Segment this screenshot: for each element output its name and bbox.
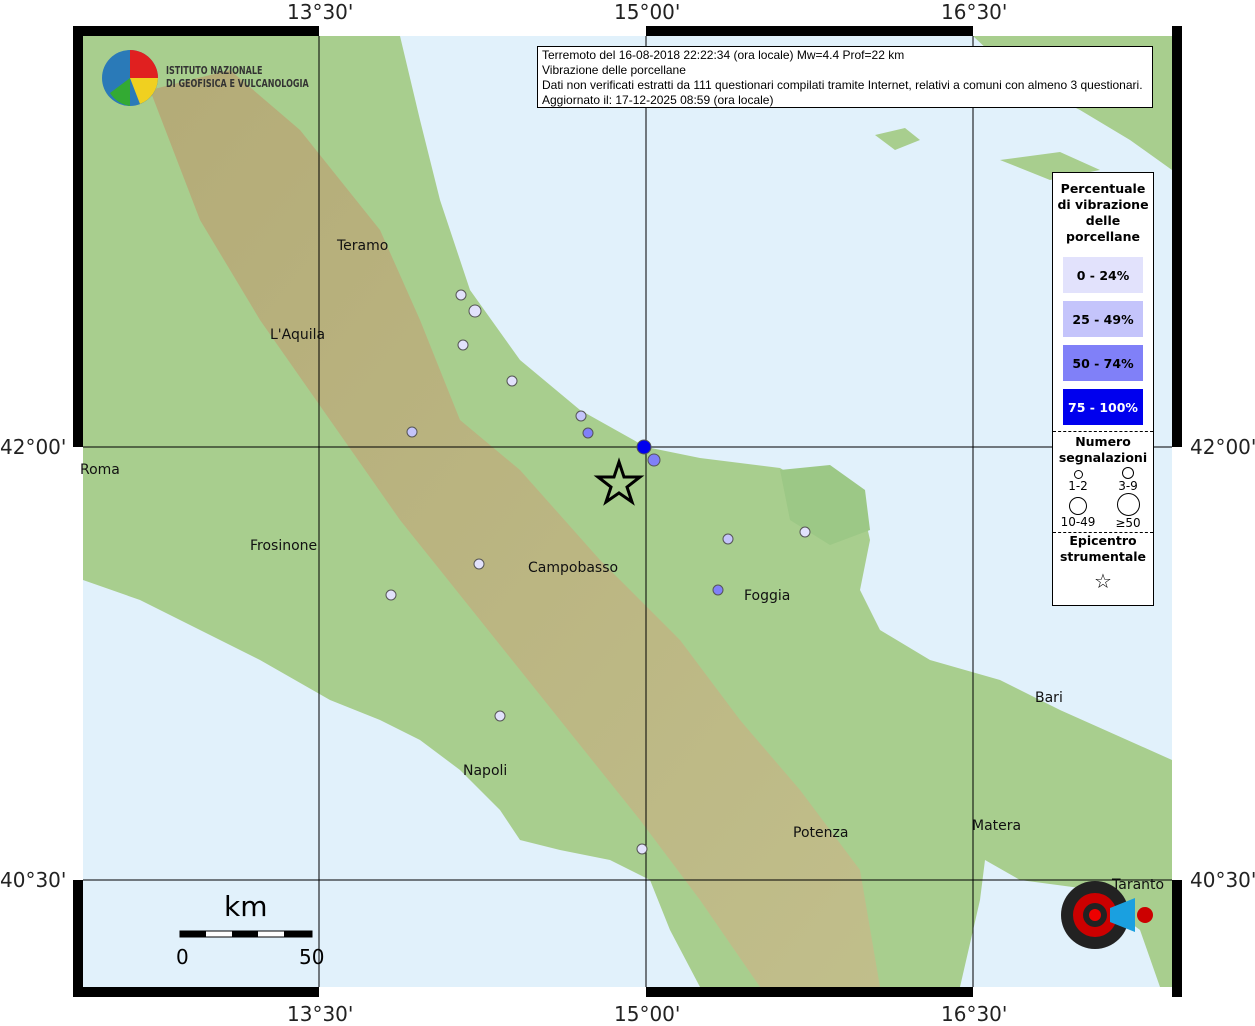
city-label: Teramo bbox=[337, 238, 389, 254]
logo-line1: ISTITUTO NAZIONALE bbox=[166, 65, 263, 77]
lon-tick-top: 15°00' bbox=[614, 0, 681, 24]
intensity-point[interactable] bbox=[506, 375, 518, 387]
city-label: Roma bbox=[80, 462, 120, 478]
city-label: Campobasso bbox=[528, 560, 619, 576]
intensity-point[interactable] bbox=[636, 843, 648, 855]
intensity-point[interactable] bbox=[406, 426, 418, 438]
lat-tick-right: 42°00' bbox=[1190, 435, 1255, 459]
legend-class: 0 - 24% bbox=[1063, 257, 1143, 293]
scale-unit: km bbox=[224, 890, 268, 923]
lon-tick-top: 16°30' bbox=[941, 0, 1008, 24]
intensity-point[interactable] bbox=[468, 304, 482, 318]
intensity-point[interactable] bbox=[636, 439, 652, 455]
city-label: L'Aquila bbox=[270, 327, 326, 343]
city-label: Taranto bbox=[1112, 877, 1165, 893]
intensity-point[interactable] bbox=[582, 427, 594, 439]
city-label: Potenza bbox=[793, 825, 849, 841]
size-label: 10-49 bbox=[1060, 515, 1096, 529]
intensity-point[interactable] bbox=[457, 339, 469, 351]
star-icon: ☆ bbox=[1094, 569, 1112, 593]
intensity-point[interactable] bbox=[799, 526, 811, 538]
intensity-point[interactable] bbox=[385, 589, 397, 601]
legend-class: 25 - 49% bbox=[1063, 301, 1143, 337]
city-label: Foggia bbox=[744, 588, 791, 604]
size-label: ≥50 bbox=[1115, 516, 1141, 530]
event-line: Terremoto del 16-08-2018 22:22:34 (ora l… bbox=[542, 48, 905, 62]
globe-icon bbox=[102, 50, 158, 106]
lat-tick-left: 40°30' bbox=[0, 868, 67, 892]
updated-line: Aggiornato il: 17-12-2025 08:59 (ora loc… bbox=[542, 93, 774, 107]
lon-tick-top: 13°30' bbox=[287, 0, 354, 24]
intensity-point[interactable] bbox=[722, 533, 734, 545]
info-box: Terremoto del 16-08-2018 22:22:34 (ora l… bbox=[537, 46, 1153, 108]
intensity-point[interactable] bbox=[473, 558, 485, 570]
intensity-point[interactable] bbox=[712, 584, 724, 596]
lat-tick-left: 42°00' bbox=[0, 435, 67, 459]
map-subject: Vibrazione delle porcellane bbox=[542, 63, 686, 77]
data-note: Dati non verificati estratti da 111 ques… bbox=[542, 78, 1143, 92]
legend-title: Percentuale di vibrazione delle porcella… bbox=[1057, 181, 1149, 244]
lat-tick-right: 40°30' bbox=[1190, 868, 1255, 892]
intensity-point[interactable] bbox=[647, 453, 661, 467]
legend: Percentuale di vibrazione delle porcella… bbox=[1052, 172, 1154, 606]
lon-tick-bottom: 16°30' bbox=[941, 1002, 1008, 1026]
legend-class: 75 - 100% bbox=[1063, 389, 1143, 425]
legend-class: 50 - 74% bbox=[1063, 345, 1143, 381]
intensity-point[interactable] bbox=[455, 289, 467, 301]
city-label: Frosinone bbox=[250, 538, 318, 554]
logo-line2: DI GEOFISICA E VULCANOLOGIA bbox=[166, 78, 309, 90]
scale-min: 0 bbox=[176, 945, 189, 969]
lon-tick-bottom: 13°30' bbox=[287, 1002, 354, 1026]
ingv-logo: ISTITUTO NAZIONALE DI GEOFISICA E VULCANO… bbox=[100, 48, 334, 108]
city-label: Bari bbox=[1035, 690, 1063, 706]
size-label: 1-2 bbox=[1068, 479, 1088, 493]
city-label: Matera bbox=[972, 818, 1022, 834]
size-label: 3-9 bbox=[1118, 479, 1138, 493]
scale-max: 50 bbox=[299, 945, 325, 969]
intensity-point[interactable] bbox=[575, 410, 587, 422]
lon-tick-bottom: 15°00' bbox=[614, 1002, 681, 1026]
count-title: Numero segnalazioni bbox=[1058, 434, 1148, 465]
intensity-point[interactable] bbox=[494, 710, 506, 722]
epicenter-title: Epicentro strumentale bbox=[1059, 533, 1147, 564]
city-label: Napoli bbox=[463, 763, 508, 779]
